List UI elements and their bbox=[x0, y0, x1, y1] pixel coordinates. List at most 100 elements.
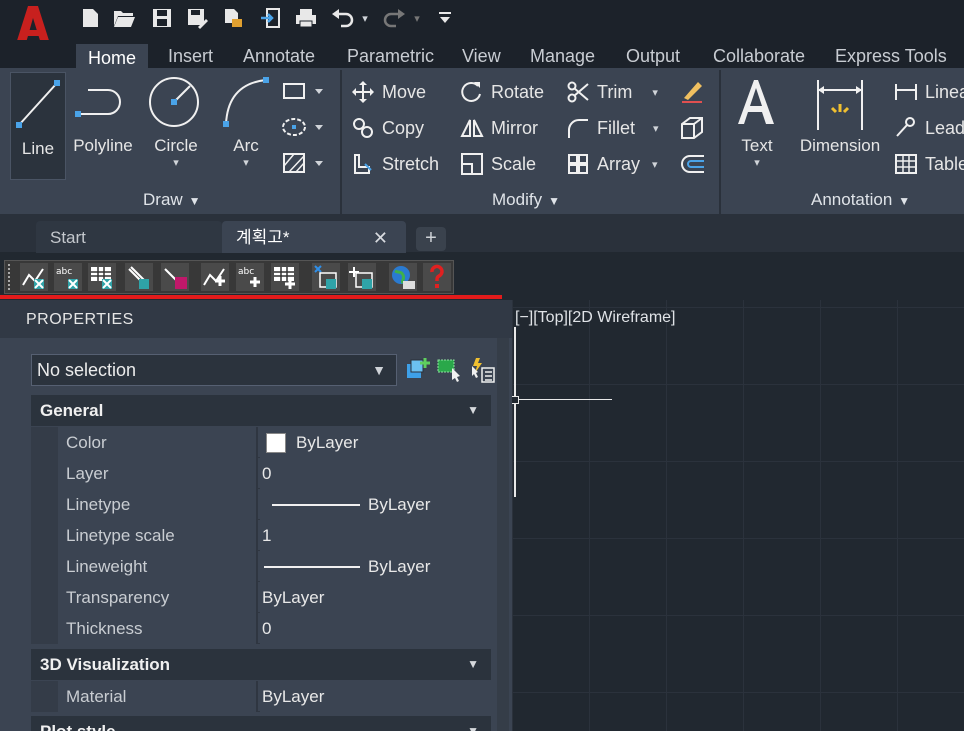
copy-button[interactable]: Copy bbox=[350, 114, 424, 142]
property-value[interactable]: 0 bbox=[260, 613, 491, 644]
tool-7-icon[interactable]: abc bbox=[236, 263, 264, 291]
property-row-linetype-scale[interactable]: Linetype scale 1 bbox=[58, 520, 491, 551]
save-icon[interactable] bbox=[149, 5, 175, 31]
toolbar-grip[interactable] bbox=[8, 264, 12, 290]
tool-4-icon[interactable] bbox=[125, 263, 153, 291]
annotation-panel-title[interactable]: Annotation ▼ bbox=[811, 190, 910, 210]
tab-express-tools[interactable]: Express Tools bbox=[835, 44, 947, 68]
plot-icon[interactable] bbox=[293, 5, 319, 31]
arc-button[interactable]: Arc ▾ bbox=[218, 74, 274, 169]
property-value[interactable]: 1 bbox=[260, 520, 491, 551]
group-3d-visualization[interactable]: 3D Visualization ▼ bbox=[31, 649, 491, 680]
scale-button[interactable]: Scale bbox=[459, 150, 536, 178]
add-tab-button[interactable]: + bbox=[416, 227, 446, 251]
circle-dropdown-icon[interactable]: ▾ bbox=[146, 156, 206, 169]
tool-10-icon[interactable] bbox=[348, 263, 376, 291]
property-value[interactable]: ByLayer bbox=[260, 489, 491, 520]
tool-1-icon[interactable] bbox=[20, 263, 48, 291]
tab-active-drawing[interactable]: 계획고* ✕ bbox=[222, 221, 406, 253]
undo-dropdown-icon[interactable]: ▾ bbox=[358, 5, 372, 31]
property-value[interactable]: ByLayer bbox=[260, 582, 491, 613]
viewport-controls[interactable]: [−][Top][2D Wireframe] bbox=[515, 309, 676, 327]
arc-dropdown-icon[interactable]: ▾ bbox=[218, 156, 274, 169]
redo-dropdown-icon[interactable]: ▾ bbox=[410, 5, 424, 31]
properties-scrollbar[interactable] bbox=[497, 338, 509, 731]
fillet-dropdown-icon[interactable]: ▾ bbox=[653, 122, 659, 135]
ellipse-button[interactable] bbox=[281, 116, 327, 138]
property-value[interactable]: ByLayer bbox=[260, 551, 491, 582]
tab-manage[interactable]: Manage bbox=[530, 44, 595, 68]
polyline-button[interactable]: Polyline bbox=[70, 74, 136, 156]
linear-dimension-icon bbox=[893, 79, 919, 105]
erase-icon[interactable] bbox=[678, 78, 706, 106]
open-folder-icon[interactable] bbox=[111, 5, 137, 31]
tool-6-icon[interactable] bbox=[201, 263, 229, 291]
tool-9-icon[interactable] bbox=[312, 263, 340, 291]
property-value[interactable]: 0 bbox=[260, 458, 491, 489]
rectangle-button[interactable] bbox=[281, 80, 327, 102]
offset-icon[interactable] bbox=[678, 150, 706, 178]
trim-dropdown-icon[interactable]: ▾ bbox=[652, 86, 658, 99]
quick-select-icon[interactable] bbox=[468, 356, 496, 384]
toggle-pickadd-icon[interactable] bbox=[405, 356, 431, 382]
customize-quick-access-icon[interactable] bbox=[432, 5, 458, 31]
array-button[interactable]: Array ▾ bbox=[565, 150, 658, 178]
group-plot-style[interactable]: Plot style ▼ bbox=[31, 716, 491, 731]
publish-icon[interactable] bbox=[220, 5, 246, 31]
property-row-material[interactable]: Material ByLayer bbox=[58, 681, 491, 712]
tab-parametric[interactable]: Parametric bbox=[347, 44, 434, 68]
mirror-button[interactable]: Mirror bbox=[459, 114, 538, 142]
array-dropdown-icon[interactable]: ▾ bbox=[652, 158, 658, 171]
property-row-layer[interactable]: Layer 0 bbox=[58, 458, 491, 489]
stretch-button[interactable]: Stretch bbox=[350, 150, 439, 178]
table-button[interactable]: Table bbox=[893, 150, 964, 178]
tab-collaborate[interactable]: Collaborate bbox=[713, 44, 805, 68]
tool-5-icon[interactable] bbox=[161, 263, 189, 291]
close-icon[interactable]: ✕ bbox=[373, 221, 388, 255]
property-row-linetype[interactable]: Linetype ByLayer bbox=[58, 489, 491, 520]
linear-dimension-button[interactable]: Linea bbox=[893, 78, 964, 106]
redo-icon[interactable] bbox=[381, 5, 407, 31]
select-objects-icon[interactable] bbox=[436, 356, 464, 384]
text-button[interactable]: Text ▾ bbox=[732, 74, 782, 169]
svg-text:abc: abc bbox=[238, 267, 254, 277]
modify-panel-title[interactable]: Modify ▼ bbox=[492, 190, 560, 210]
rotate-button[interactable]: Rotate bbox=[459, 78, 544, 106]
tab-insert[interactable]: Insert bbox=[168, 44, 213, 68]
undo-icon[interactable] bbox=[330, 5, 356, 31]
save-as-icon[interactable] bbox=[184, 5, 210, 31]
explode-icon[interactable] bbox=[678, 114, 706, 142]
move-button[interactable]: Move bbox=[350, 78, 426, 106]
tab-output[interactable]: Output bbox=[626, 44, 680, 68]
property-row-color[interactable]: Color ByLayer bbox=[58, 427, 491, 458]
line-button[interactable]: Line bbox=[10, 72, 66, 180]
property-value[interactable]: ByLayer bbox=[260, 681, 491, 712]
trim-button[interactable]: Trim ▾ bbox=[565, 78, 658, 106]
dimension-button[interactable]: Dimension bbox=[795, 74, 885, 156]
group-plot-title: Plot style bbox=[40, 722, 116, 731]
circle-button[interactable]: Circle ▾ bbox=[146, 74, 206, 169]
selection-dropdown[interactable]: No selection ▼ bbox=[31, 354, 397, 386]
tab-annotate[interactable]: Annotate bbox=[243, 44, 315, 68]
tool-3-icon[interactable] bbox=[88, 263, 116, 291]
draw-panel-title[interactable]: Draw ▼ bbox=[143, 190, 201, 210]
import-icon[interactable] bbox=[257, 5, 283, 31]
tab-view[interactable]: View bbox=[462, 44, 501, 68]
globe-icon[interactable] bbox=[389, 263, 417, 291]
property-row-lineweight[interactable]: Lineweight ByLayer bbox=[58, 551, 491, 582]
property-value[interactable]: ByLayer bbox=[260, 427, 491, 458]
tab-home[interactable]: Home bbox=[76, 44, 149, 68]
hatch-button[interactable] bbox=[281, 152, 327, 174]
new-file-icon[interactable] bbox=[77, 5, 103, 31]
property-row-transparency[interactable]: Transparency ByLayer bbox=[58, 582, 491, 613]
fillet-button[interactable]: Fillet ▾ bbox=[565, 114, 659, 142]
property-row-thickness[interactable]: Thickness 0 bbox=[58, 613, 491, 644]
leader-button[interactable]: Lead bbox=[893, 114, 964, 142]
tab-start[interactable]: Start bbox=[36, 221, 222, 253]
text-dropdown-icon[interactable]: ▾ bbox=[732, 156, 782, 169]
tool-2-icon[interactable]: abc bbox=[54, 263, 82, 291]
group-general[interactable]: General ▼ bbox=[31, 395, 491, 426]
tool-8-icon[interactable] bbox=[271, 263, 299, 291]
help-icon[interactable] bbox=[423, 263, 451, 291]
drawing-canvas[interactable] bbox=[512, 300, 964, 731]
